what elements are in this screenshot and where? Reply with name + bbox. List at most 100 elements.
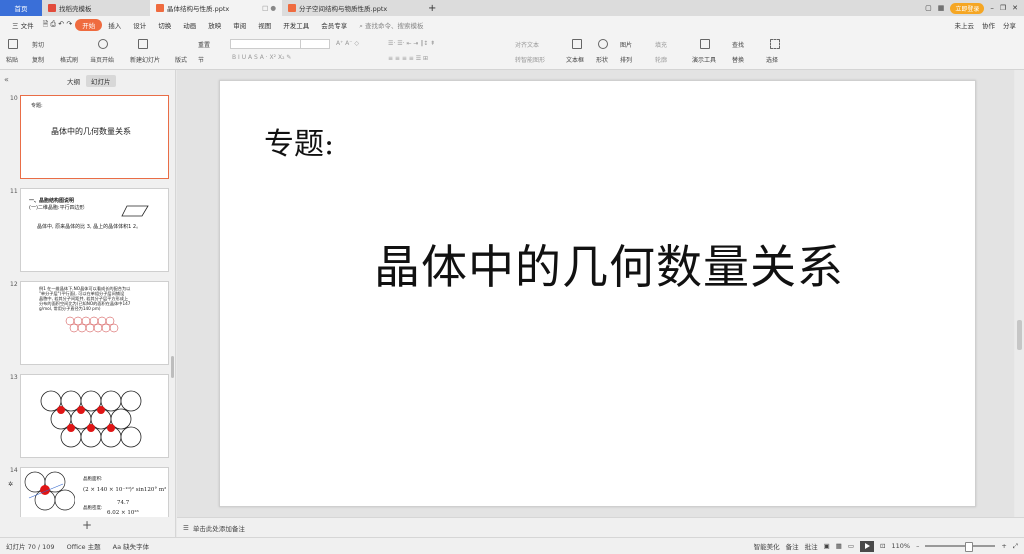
slide-thumbnail-selected[interactable]: 专题: 晶体中的几何数量关系: [20, 95, 169, 179]
align-text-button[interactable]: 对齐文本: [515, 40, 539, 49]
sorter-view-icon[interactable]: ▦: [836, 542, 842, 550]
layout-icon[interactable]: ▢: [925, 4, 932, 12]
presentation-tool-icon[interactable]: [700, 39, 710, 49]
cloud-button[interactable]: 未上云: [955, 20, 975, 30]
slide-thumbnail[interactable]: 例1 在一维晶体下,NO晶体可以看成长的配合为以 "单分子层"(平行面), 可以…: [20, 281, 169, 365]
section-button[interactable]: 节: [198, 55, 204, 64]
share-button[interactable]: 分享: [1003, 20, 1016, 30]
slide-canvas[interactable]: 专题: 晶体中的几何数量关系: [219, 80, 976, 507]
presentation-tool-button[interactable]: 演示工具: [692, 55, 716, 64]
zoom-level[interactable]: 110%: [892, 542, 911, 550]
zoom-slider[interactable]: [925, 542, 996, 552]
menu-design[interactable]: 设计: [127, 20, 152, 30]
thumb-formula: (2 × 140 × 10⁻¹⁰)² sin120° m²: [83, 487, 167, 493]
shape-icon[interactable]: [598, 39, 608, 49]
paragraph-buttons[interactable]: ☰· ☰· ⇤ ⇥ ‖↕ ⇞: [388, 40, 435, 47]
add-slide-button[interactable]: +: [82, 518, 92, 532]
play-icon[interactable]: [98, 39, 108, 49]
cut-button[interactable]: 剪切: [32, 40, 44, 49]
status-bar: 幻灯片 70 / 109 Office 主题 Aa 缺失字体 智能美化 备注 批…: [0, 537, 1024, 554]
font-style-buttons[interactable]: B I U A S A · X² X₂ ✎: [232, 54, 291, 61]
fit-icon[interactable]: ⊡: [880, 542, 885, 550]
fill-button[interactable]: 填充: [655, 40, 667, 49]
play-current-button[interactable]: 当页开始: [90, 55, 114, 64]
format-painter-button[interactable]: 格式刷: [60, 55, 78, 64]
comments-button[interactable]: 批注: [805, 541, 818, 551]
tab-home[interactable]: 首页: [0, 0, 42, 16]
convert-smartart-button[interactable]: 转智能图形: [515, 55, 545, 64]
search-input[interactable]: ⌕ 查找命令、搜索模板: [353, 20, 429, 31]
editing-area: 专题: 晶体中的几何数量关系: [177, 70, 1014, 517]
fullscreen-icon[interactable]: ⤢: [1013, 542, 1018, 551]
collapse-icon[interactable]: «: [4, 75, 9, 84]
reset-button[interactable]: 重置: [198, 40, 210, 49]
missing-font-button[interactable]: Aa 缺失字体: [107, 541, 156, 551]
ppt-icon: [288, 4, 296, 12]
new-tab-button[interactable]: +: [422, 0, 442, 16]
menu-view[interactable]: 视图: [252, 20, 277, 30]
close-icon[interactable]: □ ●: [262, 4, 276, 12]
tab-outline[interactable]: 大纲: [62, 75, 85, 87]
reading-view-icon[interactable]: ▭: [848, 542, 854, 550]
paste-icon[interactable]: [8, 39, 18, 49]
menu-slideshow[interactable]: 放映: [202, 20, 227, 30]
menu-member[interactable]: 会员专享: [315, 20, 353, 30]
slide-thumbnail[interactable]: [20, 374, 169, 458]
tab-doc-2[interactable]: 分子空间结构与物质性质.pptx: [282, 0, 422, 16]
select-button[interactable]: 选择: [766, 55, 778, 64]
notes-area[interactable]: ☰ 单击此处添加备注: [177, 517, 1024, 537]
grid-icon[interactable]: ▦: [938, 4, 945, 12]
textbox-icon[interactable]: [572, 39, 582, 49]
slideshow-play-button[interactable]: [860, 540, 875, 552]
new-slide-button[interactable]: 新建幻灯片: [130, 55, 160, 64]
slide-panel-scrollbar[interactable]: [171, 356, 174, 378]
vscroll-thumb[interactable]: [1017, 320, 1022, 350]
smart-beautify-button[interactable]: 智能美化: [754, 541, 780, 551]
menu-start[interactable]: 开始: [75, 19, 103, 31]
thumb-formula: 6.02 × 10²³: [107, 510, 139, 516]
paste-button[interactable]: 粘贴: [6, 55, 18, 64]
editing-vscrollbar[interactable]: [1015, 70, 1024, 517]
slide-thumbnail[interactable]: 一、晶胞结构图说明 (一)二维晶胞:平行四边形 晶体中, 原来晶体的比 3, 晶…: [20, 188, 169, 272]
tab-template[interactable]: 找稻壳模板: [42, 0, 150, 16]
arrange-button[interactable]: 排列: [620, 55, 632, 64]
font-size-select[interactable]: [300, 39, 330, 49]
menu-file[interactable]: 三 文件: [6, 20, 40, 30]
restore-icon[interactable]: ❐: [1000, 4, 1006, 12]
menu-developer[interactable]: 开发工具: [277, 20, 315, 30]
tab-slides[interactable]: 幻灯片: [86, 75, 116, 87]
menu-insert[interactable]: 插入: [102, 20, 127, 30]
replace-button[interactable]: 替换: [732, 55, 744, 64]
minimize-icon[interactable]: –: [990, 4, 994, 12]
menu-review[interactable]: 审阅: [227, 20, 252, 30]
zoom-in-button[interactable]: +: [1001, 542, 1006, 550]
new-slide-icon[interactable]: [138, 39, 148, 49]
slide-subtitle[interactable]: 专题:: [264, 119, 334, 163]
login-button[interactable]: 立即登录: [950, 2, 985, 14]
notes-toggle-button[interactable]: 备注: [786, 541, 799, 551]
thumb-line: 晶体中, 原来晶体的比 3, 晶上的晶体体积1 2。: [37, 224, 142, 230]
align-buttons[interactable]: ≡ ≡ ≡ ≡ ☰ ⊞: [388, 55, 428, 62]
font-grow-buttons[interactable]: A⁺ A⁻ ◇: [336, 40, 359, 47]
find-button[interactable]: 查找: [732, 40, 744, 49]
slide-thumbnail[interactable]: 晶胞面积: (2 × 140 × 10⁻¹⁰)² sin120° m² 晶胞密度…: [20, 467, 169, 517]
thumb-subtitle: 专题:: [31, 103, 43, 109]
tab-doc-active[interactable]: 晶体结构与性质.pptx □ ●: [150, 0, 282, 16]
slide-number: 13: [10, 374, 18, 381]
save-icon[interactable]: 🗎 ⎙ ↶ ↷: [40, 20, 76, 31]
select-icon[interactable]: [770, 39, 780, 49]
layout-button[interactable]: 版式: [175, 55, 187, 64]
menu-transition[interactable]: 切换: [152, 20, 177, 30]
slide-thumb-row[interactable]: 14 ✲ 晶胞面积: (2 × 140 × 10⁻¹⁰)² sin120° m²…: [0, 467, 176, 517]
shape-button[interactable]: 形状: [596, 55, 608, 64]
zoom-out-button[interactable]: –: [916, 542, 919, 550]
collab-button[interactable]: 协作: [982, 20, 995, 30]
slide-title[interactable]: 晶体中的几何数量关系: [374, 231, 844, 297]
normal-view-icon[interactable]: ▣: [824, 542, 830, 550]
picture-button[interactable]: 图片: [620, 40, 632, 49]
copy-button[interactable]: 复制: [32, 55, 44, 64]
window-close-icon[interactable]: ✕: [1012, 4, 1018, 12]
outline-button[interactable]: 轮廓: [655, 55, 667, 64]
textbox-button[interactable]: 文本框: [566, 55, 584, 64]
menu-animation[interactable]: 动画: [177, 20, 202, 30]
